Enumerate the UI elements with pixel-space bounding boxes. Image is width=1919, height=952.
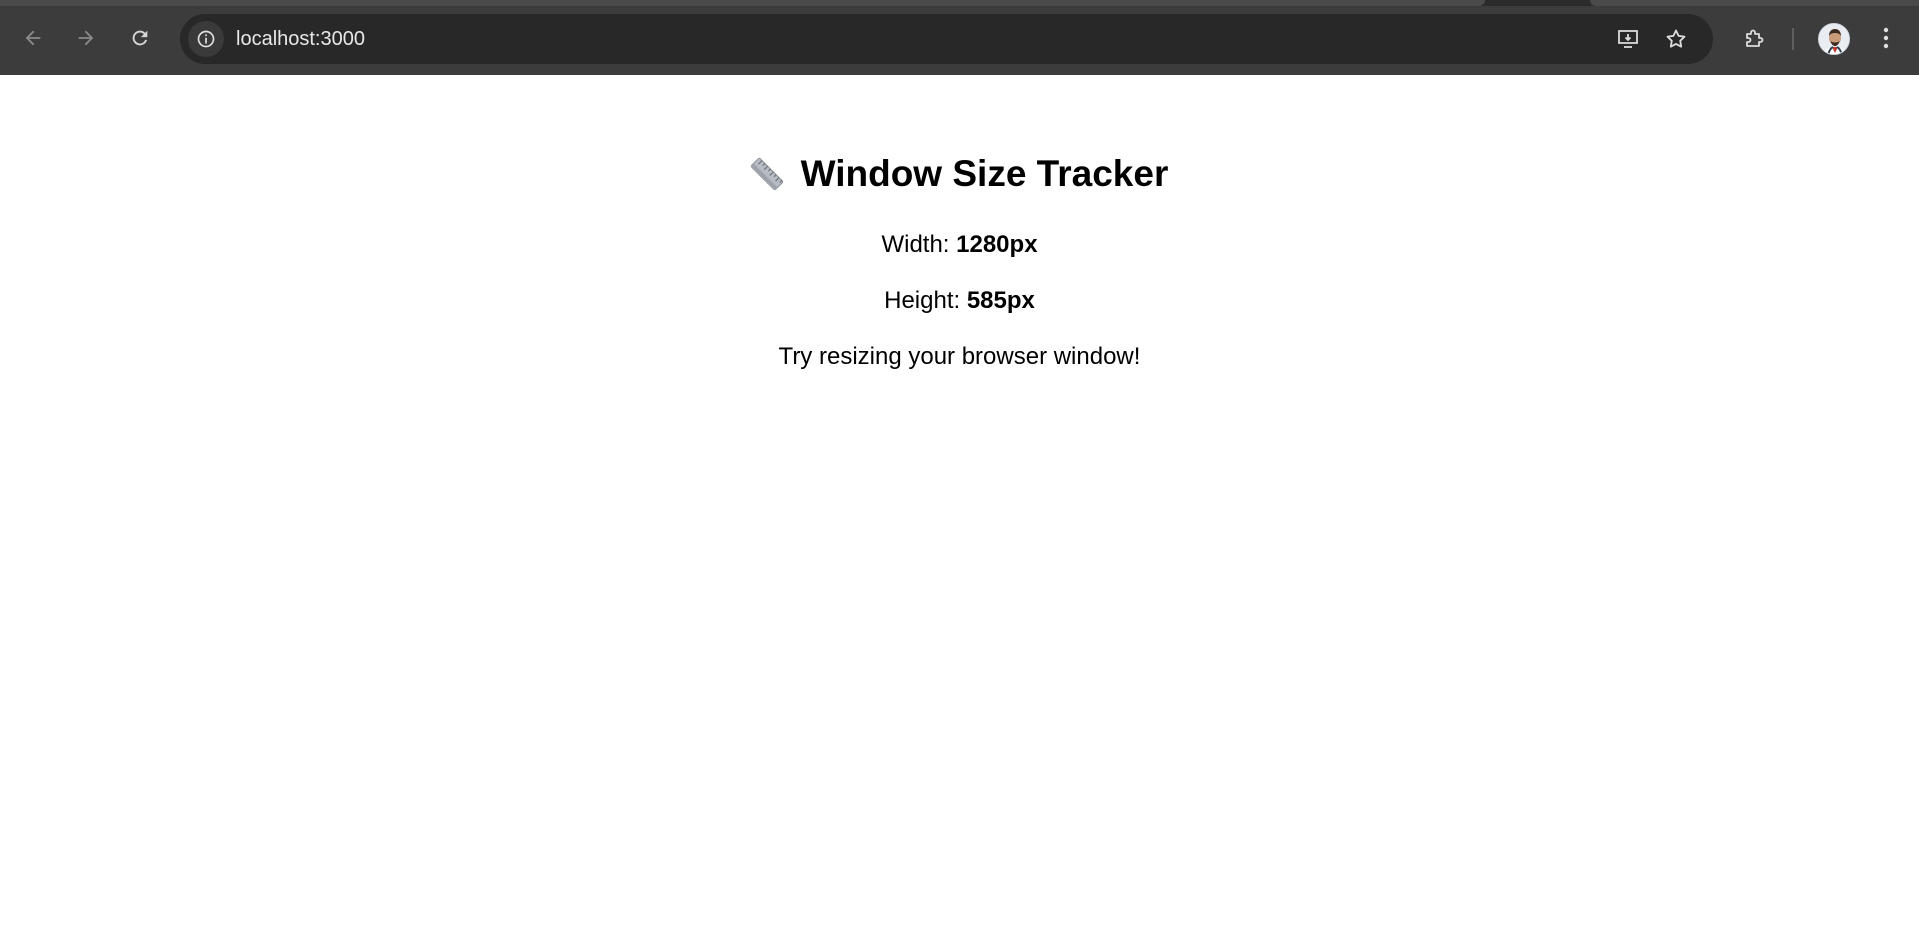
star-icon	[1666, 29, 1686, 48]
toolbar-divider	[1792, 28, 1794, 50]
url-text[interactable]: localhost:3000	[236, 14, 365, 64]
browser-chrome: localhost:3000	[0, 0, 1919, 75]
browser-toolbar: localhost:3000	[0, 6, 1919, 75]
height-value: 585px	[966, 287, 1035, 314]
width-value: 1280px	[956, 231, 1038, 258]
ruler-icon	[750, 157, 783, 191]
back-button[interactable]	[13, 18, 53, 58]
site-info-button[interactable]	[188, 21, 224, 57]
address-bar[interactable]: localhost:3000	[180, 14, 1713, 64]
forward-button[interactable]	[66, 18, 106, 58]
info-icon	[197, 30, 215, 48]
install-app-button[interactable]	[1614, 25, 1642, 53]
browser-menu-button[interactable]	[1874, 22, 1898, 54]
profile-picture	[1819, 24, 1849, 54]
page-heading: Window Size Tracker	[0, 153, 1919, 195]
back-arrow-icon	[25, 30, 41, 46]
profile-avatar[interactable]	[1818, 23, 1850, 55]
page-content: Window Size Tracker Width: 1280px Height…	[0, 75, 1919, 952]
forward-arrow-icon	[78, 30, 94, 46]
width-label: Width:	[881, 231, 957, 258]
reload-icon	[132, 30, 148, 46]
page-title: Window Size Tracker	[800, 153, 1169, 194]
height-readout: Height: 585px	[0, 287, 1919, 315]
install-app-icon	[1618, 30, 1638, 48]
kebab-menu-icon	[1883, 27, 1889, 49]
bookmark-button[interactable]	[1662, 25, 1690, 53]
width-readout: Width: 1280px	[0, 231, 1919, 259]
height-label: Height:	[884, 287, 967, 314]
extensions-button[interactable]	[1738, 22, 1770, 54]
resize-hint: Try resizing your browser window!	[778, 343, 1141, 370]
reload-button[interactable]	[120, 18, 160, 58]
puzzle-icon	[1746, 29, 1764, 47]
